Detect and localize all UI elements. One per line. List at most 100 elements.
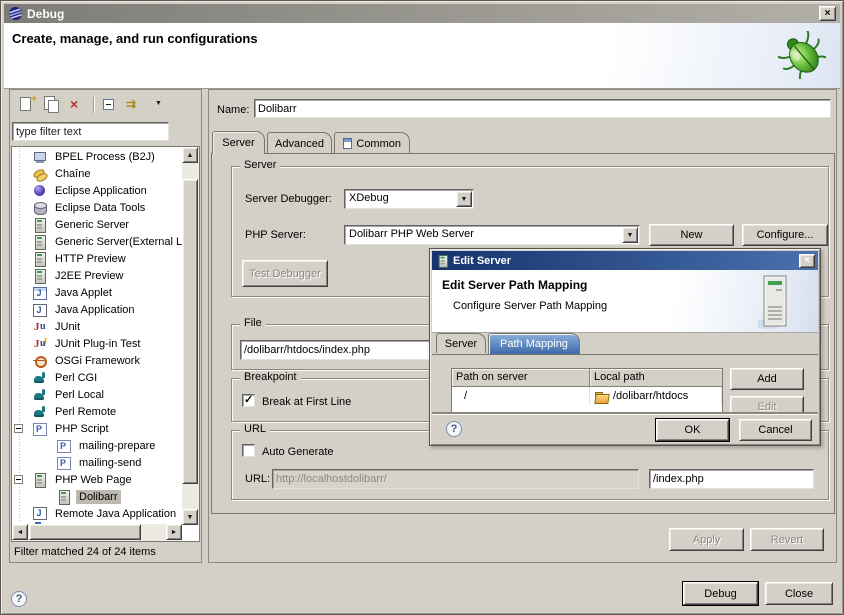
- filter-icon[interactable]: ⇉: [126, 96, 144, 114]
- horizontal-scroll-thumb[interactable]: [29, 524, 141, 540]
- tree-item-label: OSGi Framework: [52, 354, 143, 368]
- remote-java-icon: [32, 506, 48, 522]
- tree-item-generic-server[interactable]: Generic Server: [12, 216, 182, 233]
- tab-advanced[interactable]: Advanced: [267, 132, 332, 154]
- tree-item-perl-remote[interactable]: Perl Remote: [12, 403, 182, 420]
- scroll-left-icon[interactable]: ◄: [12, 524, 28, 540]
- tree-item-label: PHP Script: [52, 422, 112, 436]
- vertical-scroll-thumb[interactable]: [182, 179, 198, 484]
- tree-item-cha-ne[interactable]: Chaîne: [12, 165, 182, 182]
- tree-item-junit-plug-in-test[interactable]: JUnit Plug-in Test: [12, 335, 182, 352]
- toolbar-menu-dropdown-icon[interactable]: ▼: [151, 96, 161, 114]
- debug-button[interactable]: Debug: [683, 582, 758, 605]
- tree-item-bpel-process-b2j[interactable]: BPEL Process (B2J): [12, 148, 182, 165]
- server-debugger-select[interactable]: XDebug ▼: [344, 189, 474, 209]
- tree-item-generic-server-external-la[interactable]: Generic Server(External La: [12, 233, 182, 250]
- auto-generate-checkbox[interactable]: [242, 444, 255, 457]
- window-close-button[interactable]: ×: [819, 6, 836, 21]
- dialog-button-bar: ? OK Cancel: [432, 414, 818, 445]
- tree-item-j2ee-preview[interactable]: J2EE Preview: [12, 267, 182, 284]
- tab-server[interactable]: Server: [212, 131, 265, 154]
- tree-item-php-web-page[interactable]: PHP Web Page: [12, 471, 182, 488]
- filter-status-text: Filter matched 24 of 24 items: [14, 546, 156, 558]
- url-path-input[interactable]: [649, 469, 814, 489]
- chevron-down-icon[interactable]: ▼: [456, 191, 472, 207]
- server-icon: [32, 472, 48, 488]
- window-titlebar[interactable]: Debug ×: [4, 4, 840, 23]
- new-configuration-icon[interactable]: +: [18, 96, 36, 114]
- tree-item-java-applet[interactable]: Java Applet: [12, 284, 182, 301]
- auto-generate-label: Auto Generate: [262, 446, 334, 458]
- server-debugger-label: Server Debugger:: [245, 193, 332, 205]
- php-script-icon: [56, 438, 72, 454]
- tree-item-perl-local[interactable]: Perl Local: [12, 386, 182, 403]
- name-input[interactable]: [254, 99, 831, 118]
- page-title: Create, manage, and run configurations: [12, 31, 258, 46]
- tree-item-mailing-send[interactable]: mailing-send: [12, 454, 182, 471]
- eclipse-icon: [8, 6, 23, 21]
- filter-input[interactable]: [12, 122, 169, 141]
- tab-common[interactable]: Common: [334, 132, 410, 154]
- tree-item-perl-cgi[interactable]: Perl CGI: [12, 369, 182, 386]
- dialog-help-icon[interactable]: ?: [446, 421, 462, 437]
- ok-button[interactable]: OK: [656, 419, 729, 441]
- perl-camel-icon: [32, 370, 48, 386]
- name-label: Name:: [217, 104, 249, 116]
- url-group-title: URL: [240, 423, 270, 435]
- test-debugger-button[interactable]: Test Debugger: [242, 260, 328, 287]
- new-server-button[interactable]: New: [649, 224, 734, 246]
- tree-item-remote-java-application[interactable]: Remote Java Application: [12, 505, 182, 522]
- url-base-input[interactable]: [272, 469, 639, 489]
- tree-item-junit[interactable]: JUnit: [12, 318, 182, 335]
- junit-plugin-icon: [32, 336, 48, 352]
- tree-item-osgi-framework[interactable]: OSGi Framework: [12, 352, 182, 369]
- tree-item-dolibarr[interactable]: Dolibarr: [12, 488, 182, 505]
- duplicate-configuration-icon[interactable]: [43, 96, 61, 114]
- apply-button[interactable]: Apply: [669, 528, 744, 551]
- php-server-select[interactable]: Dolibarr PHP Web Server ▼: [344, 225, 640, 245]
- delete-configuration-icon[interactable]: ×: [68, 96, 86, 114]
- database-icon: [32, 200, 48, 216]
- tree-item-label: Eclipse Application: [52, 184, 150, 198]
- column-header-local-path[interactable]: Local path: [590, 369, 722, 387]
- window-title: Debug: [27, 7, 64, 21]
- dialog-subheading: Configure Server Path Mapping: [453, 300, 607, 312]
- chevron-down-icon[interactable]: ▼: [622, 227, 638, 243]
- revert-button[interactable]: Revert: [750, 528, 824, 551]
- dialog-titlebar[interactable]: Edit Server ×: [432, 251, 818, 270]
- tree-item-mailing-prepare[interactable]: mailing-prepare: [12, 437, 182, 454]
- configure-server-button[interactable]: Configure...: [742, 224, 828, 246]
- java-applet-icon: [32, 285, 48, 301]
- path-mapping-table: Path on server Local path //dolibarr/htd…: [451, 368, 723, 412]
- dialog-tab-path-mapping[interactable]: Path Mapping: [488, 333, 580, 354]
- php-server-label: PHP Server:: [245, 229, 306, 241]
- scroll-down-icon[interactable]: ▼: [182, 509, 198, 525]
- header-banner: Create, manage, and run configurations: [4, 23, 840, 89]
- path-mapping-row[interactable]: //dolibarr/htdocs: [452, 387, 722, 405]
- break-first-line-checkbox[interactable]: ✓: [242, 394, 255, 407]
- dialog-tab-server[interactable]: Server: [436, 333, 486, 353]
- tree-item-php-script[interactable]: PHP Script: [12, 420, 182, 437]
- tree-vertical-scrollbar[interactable]: ▲ ▼: [182, 147, 199, 525]
- close-button[interactable]: Close: [765, 582, 833, 605]
- scroll-right-icon[interactable]: ►: [166, 524, 182, 540]
- dialog-tab-strip: Server Path Mapping: [432, 333, 818, 354]
- collapse-expander-icon[interactable]: [14, 424, 23, 433]
- tree-item-http-preview[interactable]: HTTP Preview: [12, 250, 182, 267]
- scroll-up-icon[interactable]: ▲: [182, 147, 198, 163]
- add-mapping-button[interactable]: Add: [730, 368, 804, 390]
- tree-item-java-application[interactable]: Java Application: [12, 301, 182, 318]
- column-header-path-on-server[interactable]: Path on server: [452, 369, 590, 387]
- local-path-cell: /dolibarr/htdocs: [590, 387, 722, 405]
- edit-mapping-button[interactable]: Edit: [730, 396, 804, 412]
- tree-item-eclipse-data-tools[interactable]: Eclipse Data Tools: [12, 199, 182, 216]
- tree-item-label: BPEL Process (B2J): [52, 150, 158, 164]
- tree-horizontal-scrollbar[interactable]: ◄ ►: [12, 524, 182, 541]
- help-icon[interactable]: ?: [11, 591, 27, 607]
- tree-item-eclipse-application[interactable]: Eclipse Application: [12, 182, 182, 199]
- dialog-close-button[interactable]: ×: [799, 254, 815, 268]
- collapse-all-icon[interactable]: [101, 96, 119, 114]
- cancel-button[interactable]: Cancel: [739, 419, 812, 441]
- collapse-expander-icon[interactable]: [14, 475, 23, 484]
- tree-item-label: PHP Web Page: [52, 473, 135, 487]
